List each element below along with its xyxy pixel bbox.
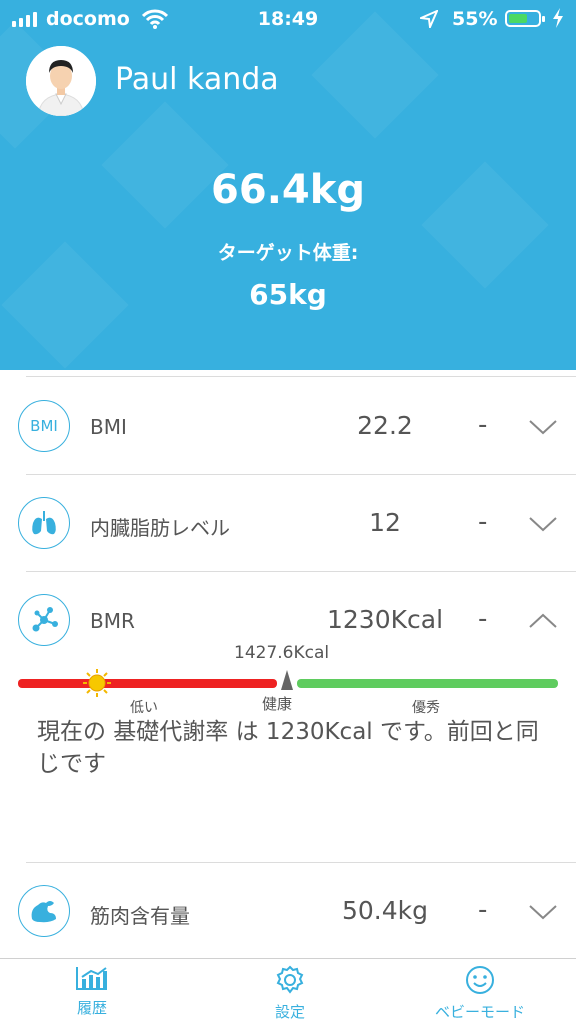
scale-bar-low (18, 679, 277, 688)
metric-value: 1230Kcal (326, 605, 444, 634)
metric-value: 22.2 (357, 411, 413, 440)
scale-label-healthy: 健康 (262, 695, 293, 713)
charging-bolt-icon (552, 8, 564, 33)
metric-value: 50.4kg (341, 896, 428, 925)
battery-icon (505, 10, 545, 27)
history-chart-icon (75, 967, 109, 995)
chevron-down-icon[interactable] (528, 418, 558, 440)
baby-smile-icon (464, 966, 496, 999)
chevron-down-icon[interactable] (528, 903, 558, 925)
avatar-person-icon (26, 46, 96, 116)
settings-gear-icon (275, 965, 305, 999)
tab-label: ベビーモード (434, 1003, 525, 1021)
chevron-down-icon[interactable] (528, 515, 558, 537)
metric-trend: - (478, 410, 488, 440)
current-weight: 66.4kg (211, 167, 365, 213)
scale-bar-good (297, 679, 558, 688)
target-weight-value: 65kg (249, 278, 327, 311)
tab-settings[interactable]: 設定 (250, 965, 330, 1022)
metric-row-bmi[interactable]: BMI BMI 22.2 - (0, 378, 576, 474)
scale-label-low: 低い (130, 700, 158, 716)
tab-baby-mode[interactable]: ベビーモード (418, 965, 542, 1022)
metric-trend: - (478, 895, 488, 925)
tab-label: 設定 (274, 1003, 305, 1021)
muscle-arm-icon (18, 885, 70, 937)
metric-label: 筋肉含有量 (90, 904, 190, 928)
metric-value: 12 (369, 508, 401, 537)
avatar[interactable] (26, 46, 96, 116)
location-arrow-icon (417, 9, 439, 33)
bmr-description: 現在の 基礎代謝率 は 1230Kcal です。前回と同じです (37, 719, 539, 777)
tab-history[interactable]: 履歴 (52, 965, 132, 1018)
tab-label: 履歴 (76, 999, 107, 1017)
lungs-icon (18, 497, 70, 549)
scale-marker-icon (281, 670, 293, 694)
metric-trend: - (478, 507, 488, 537)
tab-bar: 履歴 設定 ベビーモード (0, 958, 576, 1025)
divider (26, 376, 576, 377)
status-bar: docomo 18:49 55% (0, 0, 576, 38)
metric-row-visceral-fat[interactable]: 内臓脂肪レベル 12 - (0, 475, 576, 571)
sun-indicator-icon (82, 668, 112, 702)
molecule-icon (18, 594, 70, 646)
scale-label-good: 優秀 (412, 700, 440, 716)
chevron-up-icon[interactable] (528, 612, 558, 634)
metric-label: 内臓脂肪レベル (90, 516, 230, 540)
metric-label: BMR (90, 609, 135, 633)
target-weight-label: ターゲット体重: (217, 242, 359, 264)
metric-trend: - (478, 604, 488, 634)
bmi-icon: BMI (18, 400, 70, 452)
bmr-marker-value: 1427.6Kcal (234, 643, 330, 663)
user-name: Paul kanda (115, 62, 279, 97)
profile-header: docomo 18:49 55% Paul kanda 66.4kg ターゲット… (0, 0, 576, 370)
metric-label: BMI (90, 415, 127, 439)
metric-row-muscle[interactable]: 筋肉含有量 50.4kg - (0, 863, 576, 959)
battery-percent: 55% (452, 8, 498, 30)
